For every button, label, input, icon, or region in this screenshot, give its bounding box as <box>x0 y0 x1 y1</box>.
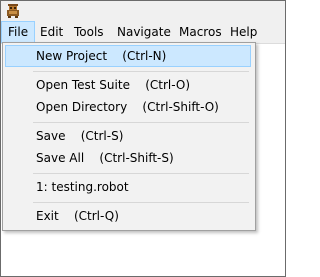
menu-bar: File Edit Tools Navigate Macros Help <box>1 21 285 44</box>
menu-separator <box>33 173 249 174</box>
menu-item-label: Exit (Ctrl-Q) <box>36 209 119 223</box>
menu-item-label: Open Directory (Ctrl-Shift-O) <box>36 100 219 114</box>
app-window: File Edit Tools Navigate Macros Help New… <box>0 0 286 277</box>
file-menu-dropdown: New Project (Ctrl-N) Open Test Suite (Ct… <box>2 42 256 231</box>
menu-navigate[interactable]: Navigate <box>111 21 177 43</box>
menu-file[interactable]: File <box>1 21 36 43</box>
menu-separator <box>33 202 249 203</box>
menu-edit[interactable]: Edit <box>34 21 69 43</box>
menu-item-label: 1: testing.robot <box>36 180 129 194</box>
menu-separator <box>33 122 249 123</box>
menu-help[interactable]: Help <box>224 21 263 43</box>
title-bar <box>1 1 285 21</box>
menu-item-label: New Project (Ctrl-N) <box>36 49 167 63</box>
menu-item-new-project[interactable]: New Project (Ctrl-N) <box>5 45 251 67</box>
menu-item-open-directory[interactable]: Open Directory (Ctrl-Shift-O) <box>5 96 249 118</box>
robot-app-icon[interactable] <box>5 3 21 18</box>
menu-item-exit[interactable]: Exit (Ctrl-Q) <box>5 205 249 227</box>
menu-item-save[interactable]: Save (Ctrl-S) <box>5 125 249 147</box>
menu-item-label: Save (Ctrl-S) <box>36 129 124 143</box>
menu-item-label: Open Test Suite (Ctrl-O) <box>36 78 191 92</box>
menu-separator <box>33 71 249 72</box>
menu-item-open-test-suite[interactable]: Open Test Suite (Ctrl-O) <box>5 74 249 96</box>
menu-macros[interactable]: Macros <box>173 21 228 43</box>
menu-item-recent-file[interactable]: 1: testing.robot <box>5 176 249 198</box>
menu-tools[interactable]: Tools <box>68 21 110 43</box>
menu-item-save-all[interactable]: Save All (Ctrl-Shift-S) <box>5 147 249 169</box>
menu-item-label: Save All (Ctrl-Shift-S) <box>36 151 174 165</box>
